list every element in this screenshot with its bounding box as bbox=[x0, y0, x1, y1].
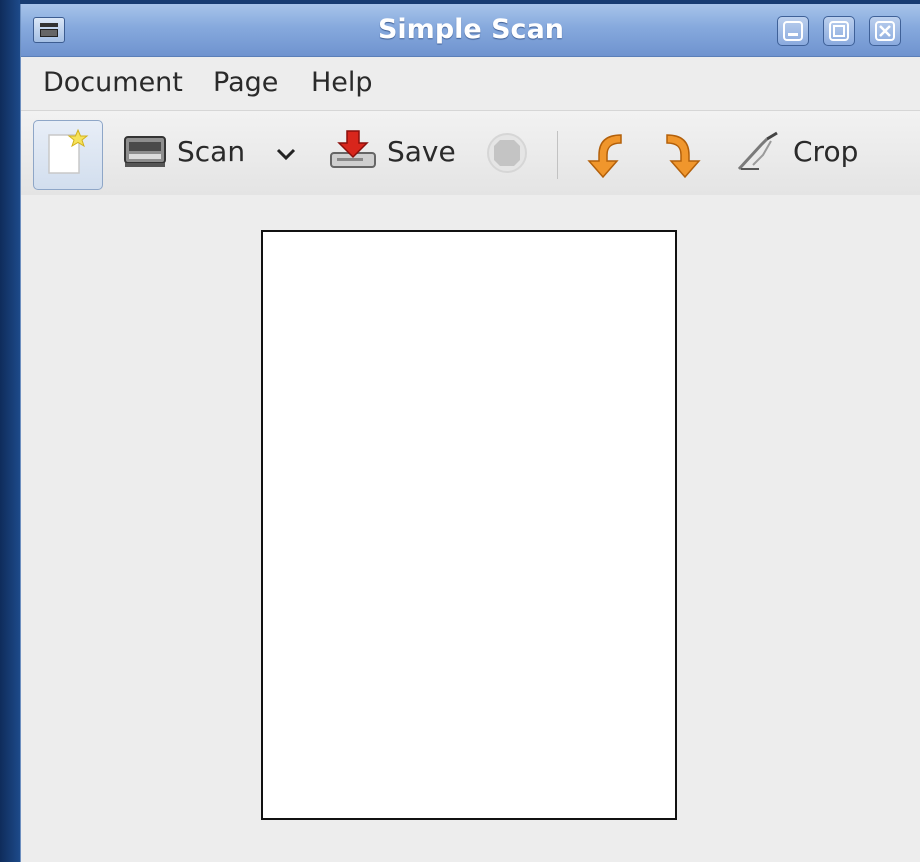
chevron-down-icon[interactable] bbox=[273, 145, 299, 165]
scan-button[interactable]: Scan bbox=[119, 111, 309, 195]
menu-page[interactable]: Page bbox=[213, 67, 278, 98]
new-document-button[interactable] bbox=[33, 120, 103, 190]
scan-label: Scan bbox=[177, 135, 246, 168]
title-bar: Simple Scan bbox=[21, 4, 920, 57]
maximize-icon bbox=[829, 21, 849, 41]
minimize-icon bbox=[783, 21, 803, 41]
save-button[interactable]: Save bbox=[327, 111, 477, 195]
document-view bbox=[21, 195, 920, 862]
desktop-background bbox=[0, 0, 20, 862]
crop-icon bbox=[737, 131, 778, 171]
close-icon bbox=[875, 21, 895, 41]
rotate-left-icon bbox=[587, 134, 622, 179]
page-preview[interactable] bbox=[261, 230, 677, 820]
toolbar-separator bbox=[557, 131, 558, 179]
rotate-right-icon bbox=[666, 134, 701, 179]
menu-bar: Document Page Help bbox=[21, 57, 920, 109]
stop-icon bbox=[487, 133, 527, 173]
crop-label: Crop bbox=[793, 135, 859, 168]
crop-button[interactable]: Crop bbox=[733, 111, 873, 195]
menu-help[interactable]: Help bbox=[311, 67, 373, 98]
save-icon bbox=[330, 130, 376, 168]
scanner-icon bbox=[124, 136, 166, 167]
close-button[interactable] bbox=[869, 16, 901, 46]
new-document-icon bbox=[48, 128, 89, 174]
menu-document[interactable]: Document bbox=[43, 67, 183, 98]
simple-scan-window: Simple Scan Document Page Help Scan Save… bbox=[20, 4, 920, 862]
maximize-button[interactable] bbox=[823, 16, 855, 46]
save-label: Save bbox=[387, 135, 456, 168]
toolbar: Scan Save Crop bbox=[21, 110, 920, 196]
rotate-right-button[interactable] bbox=[659, 111, 709, 195]
stop-scan-button[interactable] bbox=[485, 111, 529, 195]
minimize-button[interactable] bbox=[777, 16, 809, 46]
rotate-left-button[interactable] bbox=[583, 111, 633, 195]
